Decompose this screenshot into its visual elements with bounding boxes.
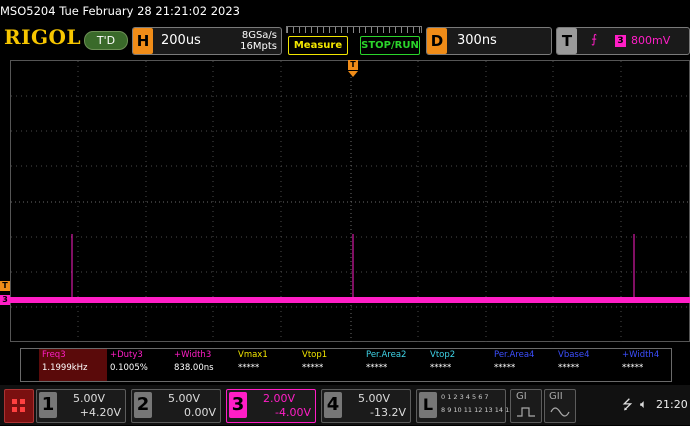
- logic-channels-row1: 0 1 2 3 4 5 6 7: [441, 393, 489, 401]
- horizontal-letter: H: [133, 28, 153, 54]
- channel-1-offset: +4.20V: [79, 406, 121, 419]
- channel-3-offset-marker[interactable]: 3: [0, 295, 10, 305]
- measurement-bar: Freq3 1.1999kHz +Duty3 0.1005% +Width3 8…: [20, 348, 672, 382]
- measurement-item[interactable]: Per.Area2 *****: [363, 349, 427, 381]
- logic-channels-row2: 8 9 10 11 12 13 14 15: [441, 406, 514, 414]
- channel-4-scale: 5.00V: [358, 392, 391, 405]
- horizontal-panel[interactable]: H 200us 8GSa/s 16Mpts: [132, 27, 282, 55]
- square-wave-icon: [517, 407, 535, 417]
- measurement-item[interactable]: Vmax1 *****: [235, 349, 299, 381]
- measurement-item[interactable]: +Width4 *****: [619, 349, 671, 381]
- trigger-source-badge: 3: [615, 35, 626, 47]
- stop-run-button[interactable]: STOP/RUN: [360, 36, 420, 55]
- delay-letter: D: [427, 28, 447, 54]
- sample-rate: 8GSa/s: [241, 30, 277, 41]
- usb-icon: ⭍: [622, 398, 633, 413]
- channel-4-button[interactable]: 4 5.00V -13.2V: [321, 389, 411, 423]
- channel-3-trace: [10, 297, 690, 303]
- generator-2-label: GII: [549, 391, 563, 402]
- waveform-overview-strip[interactable]: [286, 26, 422, 33]
- home-menu-button[interactable]: [4, 389, 34, 423]
- channel-2-number: 2: [134, 392, 152, 418]
- channel-4-offset: -13.2V: [370, 406, 406, 419]
- trigger-panel[interactable]: T ⨍ 3 800mV: [556, 27, 690, 55]
- trigger-level-marker[interactable]: T: [0, 281, 10, 291]
- channel-3-number: 3: [229, 392, 247, 418]
- channel-2-scale: 5.00V: [168, 392, 201, 405]
- measurement-item[interactable]: +Width3 838.00ns: [171, 349, 235, 381]
- measurement-item[interactable]: +Duty3 0.1005%: [107, 349, 171, 381]
- channel-3-offset: -4.00V: [275, 406, 311, 419]
- trigger-position-arrow-icon: [348, 71, 358, 77]
- channel-1-number: 1: [39, 392, 57, 418]
- measurement-item[interactable]: Vtop2 *****: [427, 349, 491, 381]
- delay-value: 300ns: [457, 33, 497, 48]
- delay-panel[interactable]: D 300ns: [426, 27, 552, 55]
- channel-2-button[interactable]: 2 5.00V 0.00V: [131, 389, 221, 423]
- channel-3-scale: 2.00V: [263, 392, 296, 405]
- channel-1-scale: 5.00V: [73, 392, 106, 405]
- grid-menu-icon: [12, 399, 25, 412]
- title-bar: MSO5204 Tue February 28 21:21:02 2023: [0, 4, 240, 18]
- measurement-item[interactable]: Vtop1 *****: [299, 349, 363, 381]
- trigger-letter: T: [557, 28, 577, 54]
- generator-2-button[interactable]: GII: [544, 389, 576, 423]
- trigger-level: 800mV: [631, 34, 671, 47]
- trigger-mode-badge[interactable]: T'D: [84, 31, 128, 50]
- channel-4-number: 4: [324, 392, 342, 418]
- channel-1-button[interactable]: 1 5.00V +4.20V: [36, 389, 126, 423]
- status-clock: 21:20: [656, 398, 688, 411]
- rising-edge-icon: ⨍: [591, 32, 598, 46]
- measure-button[interactable]: Measure: [288, 36, 348, 55]
- generator-1-button[interactable]: GI: [510, 389, 542, 423]
- channel-3-button[interactable]: 3 2.00V -4.00V: [226, 389, 316, 423]
- measurement-item[interactable]: Freq3 1.1999kHz: [39, 349, 107, 381]
- measurement-item[interactable]: Vbase4 *****: [555, 349, 619, 381]
- logic-analyzer-button[interactable]: L 0 1 2 3 4 5 6 7 8 9 10 11 12 13 14 15: [416, 389, 513, 423]
- sine-wave-icon: [550, 407, 570, 417]
- measurement-item[interactable]: Per.Area4 *****: [491, 349, 555, 381]
- channel-2-offset: 0.00V: [183, 406, 216, 419]
- logic-letter: L: [419, 392, 437, 418]
- memory-depth: 16Mpts: [240, 41, 277, 52]
- trigger-position-marker[interactable]: T: [348, 60, 358, 70]
- generator-1-label: GI: [516, 391, 527, 402]
- brand-logo: RIGOL: [4, 25, 82, 49]
- timebase-value: 200us: [161, 33, 201, 48]
- speaker-icon[interactable]: 🔈︎: [640, 397, 647, 412]
